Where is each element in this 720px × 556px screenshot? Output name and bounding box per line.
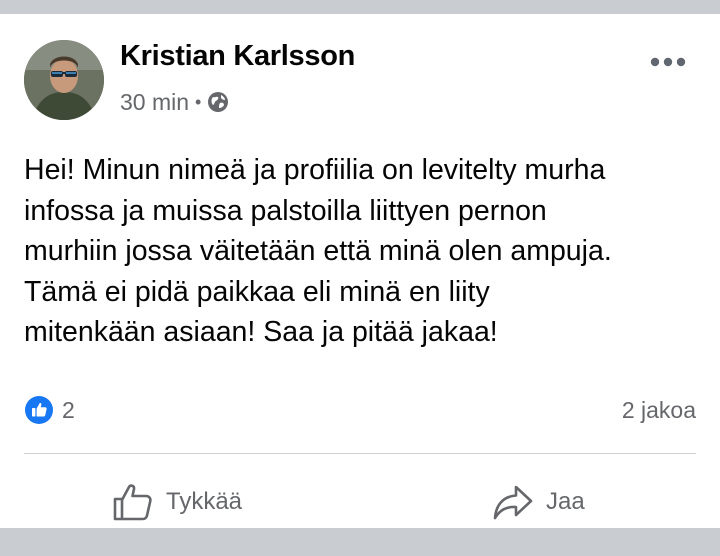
reaction-count: 2 bbox=[62, 396, 75, 423]
divider bbox=[24, 453, 696, 454]
share-arrow-icon bbox=[493, 485, 533, 520]
more-dots-icon bbox=[650, 57, 686, 67]
author-name[interactable]: Kristian Karlsson bbox=[120, 40, 355, 73]
post-time[interactable]: 30 min bbox=[120, 89, 189, 116]
post-meta: 30 min • bbox=[120, 88, 229, 116]
like-button[interactable]: Tykkää bbox=[112, 480, 242, 524]
globe-icon[interactable] bbox=[207, 91, 229, 113]
post-text: Hei! Minun nimeä ja profiilia on levitel… bbox=[24, 154, 612, 349]
more-options-button[interactable] bbox=[646, 50, 690, 74]
share-label: Jaa bbox=[546, 488, 585, 515]
thumbs-up-icon bbox=[113, 484, 152, 521]
share-button[interactable]: Jaa bbox=[492, 480, 585, 524]
like-reaction-icon bbox=[25, 396, 53, 424]
avatar-photo-icon bbox=[24, 40, 104, 120]
feed-gap-top bbox=[0, 0, 720, 14]
post-card: Kristian Karlsson 30 min • Hei! Minun ni… bbox=[0, 14, 720, 528]
share-count[interactable]: 2 jakoa bbox=[622, 394, 696, 426]
meta-separator: • bbox=[195, 92, 202, 112]
feed-gap-bottom bbox=[0, 528, 720, 556]
avatar[interactable] bbox=[24, 40, 104, 120]
reaction-summary[interactable]: 2 bbox=[24, 394, 75, 426]
like-label: Tykkää bbox=[166, 488, 243, 515]
